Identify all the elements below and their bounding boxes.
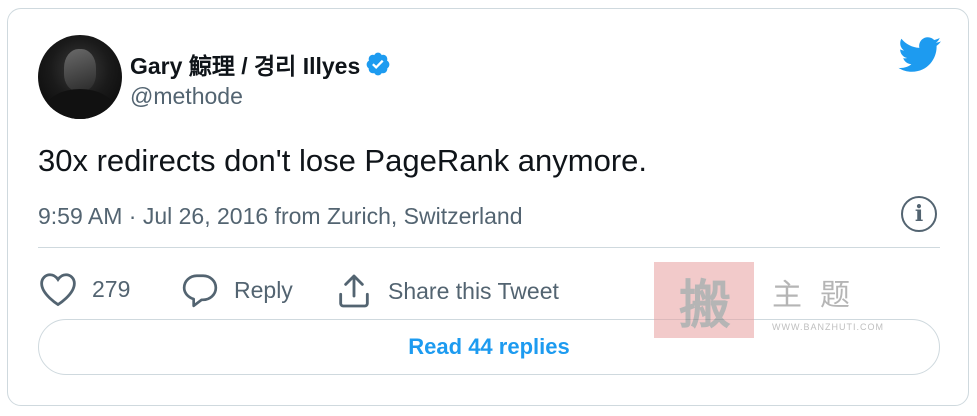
twitter-bird-icon[interactable] xyxy=(898,37,942,73)
watermark-seal: 搬 xyxy=(654,262,754,338)
reply-button[interactable]: Reply xyxy=(180,271,293,309)
share-icon xyxy=(339,274,369,308)
tweet-location: from Zurich, Switzerland xyxy=(274,203,523,229)
heart-icon xyxy=(40,273,76,307)
watermark: 搬 主题 WWW.BANZHUTI.COM xyxy=(654,262,884,340)
like-button[interactable]: 279 xyxy=(38,271,130,307)
author-handle[interactable]: @methode xyxy=(130,83,243,110)
share-button[interactable]: Share this Tweet xyxy=(334,271,559,311)
divider xyxy=(38,247,940,248)
tweet-text: 30x redirects don't lose PageRank anymor… xyxy=(38,143,648,178)
verified-badge-icon xyxy=(366,52,390,76)
meta-separator: · xyxy=(128,203,137,229)
tweet-card: Gary 鯨理 / 경리 Illyes @methode 30x redirec… xyxy=(7,8,969,406)
avatar[interactable] xyxy=(38,35,122,119)
avatar-shoulders xyxy=(46,89,114,119)
author-name-row[interactable]: Gary 鯨理 / 경리 Illyes xyxy=(130,47,391,81)
tweet-meta: 9:59 AM · Jul 26, 2016 from Zurich, Swit… xyxy=(38,203,523,230)
avatar-face xyxy=(64,49,96,91)
tweet-date[interactable]: Jul 26, 2016 xyxy=(143,203,268,229)
tweet-time[interactable]: 9:59 AM xyxy=(38,203,122,229)
watermark-text: 主题 xyxy=(772,278,868,313)
reply-bubble-icon xyxy=(182,274,218,308)
share-label: Share this Tweet xyxy=(388,277,559,304)
watermark-url: WWW.BANZHUTI.COM xyxy=(772,322,884,332)
reply-label: Reply xyxy=(234,276,293,303)
like-count: 279 xyxy=(92,275,131,302)
info-icon[interactable]: i xyxy=(901,196,937,232)
author-name[interactable]: Gary 鯨理 / 경리 Illyes xyxy=(130,47,360,81)
